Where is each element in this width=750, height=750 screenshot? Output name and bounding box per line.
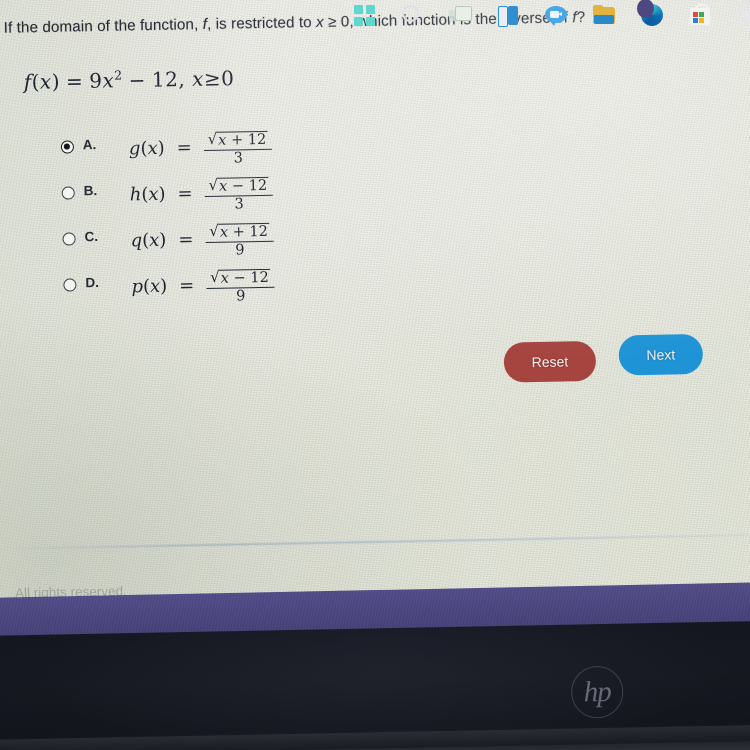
- option-b-expression: h(x) = √ x − 12 3: [129, 175, 274, 213]
- option-b-letter: B.: [83, 182, 98, 199]
- option-d-radical: √ x − 12: [210, 268, 271, 287]
- radio-button-c[interactable]: [62, 232, 76, 246]
- option-c-fn-arg: x: [148, 230, 160, 252]
- fn-coefficient: 9: [89, 68, 103, 93]
- option-b-radicand-var: x: [218, 178, 228, 195]
- microsoft-store-icon[interactable]: [688, 3, 713, 28]
- option-a-denominator: 3: [233, 150, 244, 167]
- option-c-numerator: √ x + 12: [205, 222, 274, 242]
- option-d-letter: D.: [85, 274, 100, 291]
- radio-button-d[interactable]: [63, 278, 77, 292]
- fn-arg: x: [39, 69, 52, 94]
- option-a-letter: A.: [82, 137, 97, 153]
- option-b-denominator: 3: [234, 196, 244, 213]
- option-a-expression: g(x) = √ x + 12 3: [129, 129, 273, 167]
- option-b-fn-arg: x: [148, 184, 159, 206]
- radical-sign-icon: √: [208, 175, 219, 194]
- option-a-radicand-const: 12: [247, 131, 267, 149]
- fn-power: 2: [114, 67, 123, 83]
- option-c-radical: √ x + 12: [209, 221, 271, 241]
- option-c-letter: C.: [84, 228, 99, 245]
- option-d-expression: p(x) = √ x − 12 9: [131, 267, 275, 305]
- radical-sign-icon: √: [209, 221, 220, 240]
- taskbar-icon-tray: [352, 0, 750, 30]
- reset-button[interactable]: Reset: [503, 340, 597, 383]
- option-a-fraction: √ x + 12 3: [203, 130, 273, 167]
- hp-logo: hp: [570, 665, 624, 719]
- option-d-numerator: √ x − 12: [206, 268, 275, 288]
- chat-icon[interactable]: [544, 3, 569, 28]
- fn-domain-value: 0: [220, 66, 235, 91]
- option-d-denominator: 9: [236, 288, 246, 305]
- function-definition: f(x) = 9x2−12, x≥0: [23, 66, 235, 94]
- option-a-radicand-op: +: [230, 132, 244, 149]
- file-explorer-icon[interactable]: [592, 3, 617, 28]
- option-d[interactable]: D. p(x) = √ x − 12 9: [63, 254, 664, 311]
- option-b-radicand-op: −: [231, 178, 245, 195]
- footer-divider: [0, 533, 750, 550]
- fn-constant: 12: [151, 67, 179, 92]
- option-a-numerator: √ x + 12: [203, 130, 272, 150]
- radical-sign-icon: √: [209, 267, 220, 286]
- option-c-radicand-const: 12: [249, 223, 269, 241]
- home-circle-icon[interactable]: [736, 3, 750, 30]
- option-c-equals: =: [178, 229, 194, 251]
- option-a-fn-name: g: [128, 138, 141, 160]
- option-d-equals: =: [179, 275, 195, 297]
- radio-button-a[interactable]: [60, 140, 75, 154]
- option-c-expression: q(x) = √ x + 12 9: [130, 221, 275, 259]
- fn-domain-variable: x: [191, 66, 205, 91]
- option-c-radicand-var: x: [219, 224, 229, 241]
- answer-options: A. g(x) = √ x + 12 3 B. h (x) = √ x − …: [60, 116, 664, 311]
- question-middle: , is restricted to: [206, 13, 317, 33]
- radical-sign-icon: √: [207, 129, 218, 148]
- option-b-fn-name: h: [129, 184, 142, 206]
- option-d-radicand-op: −: [233, 270, 246, 287]
- option-b-fraction: √ x − 12 3: [204, 176, 274, 213]
- fn-equals: =: [65, 68, 84, 94]
- question-prefix: If the domain of the function,: [3, 16, 203, 37]
- start-icon[interactable]: [352, 3, 377, 28]
- option-a-radicand-var: x: [218, 132, 227, 149]
- option-c-denominator: 9: [235, 242, 245, 259]
- option-d-fn-name: p: [131, 276, 144, 298]
- task-view-icon[interactable]: [448, 3, 473, 28]
- option-b-radicand-const: 12: [248, 177, 268, 195]
- option-d-radicand-const: 12: [250, 269, 269, 287]
- search-icon[interactable]: [400, 3, 425, 28]
- laptop-screen: If the domain of the function, f, is res…: [0, 0, 750, 610]
- radio-button-b[interactable]: [61, 186, 75, 200]
- option-a-equals: =: [176, 137, 192, 159]
- option-d-radicand-var: x: [220, 270, 230, 287]
- widgets-icon[interactable]: [496, 3, 521, 28]
- fn-variable: x: [102, 68, 115, 93]
- laptop-photo: If the domain of the function, f, is res…: [0, 0, 750, 750]
- edge-icon[interactable]: [637, 0, 665, 28]
- option-a-fn-arg: x: [147, 138, 158, 160]
- option-a-radical: √ x + 12: [207, 129, 269, 149]
- option-d-fn-arg: x: [149, 276, 161, 298]
- option-b-equals: =: [177, 183, 193, 205]
- quiz-page: If the domain of the function, f, is res…: [0, 0, 750, 601]
- option-b-radical: √ x − 12: [208, 175, 270, 195]
- fn-minus: −: [128, 67, 147, 93]
- next-button[interactable]: Next: [618, 333, 704, 376]
- option-c-fn-name: q: [130, 230, 143, 252]
- fn-comma: ,: [178, 67, 186, 92]
- option-d-fraction: √ x − 12 9: [206, 268, 275, 305]
- option-c-radicand-op: +: [232, 224, 245, 241]
- option-b-numerator: √ x − 12: [204, 176, 273, 196]
- option-c-fraction: √ x + 12 9: [205, 222, 275, 259]
- fn-domain-relation: ≥: [203, 66, 222, 91]
